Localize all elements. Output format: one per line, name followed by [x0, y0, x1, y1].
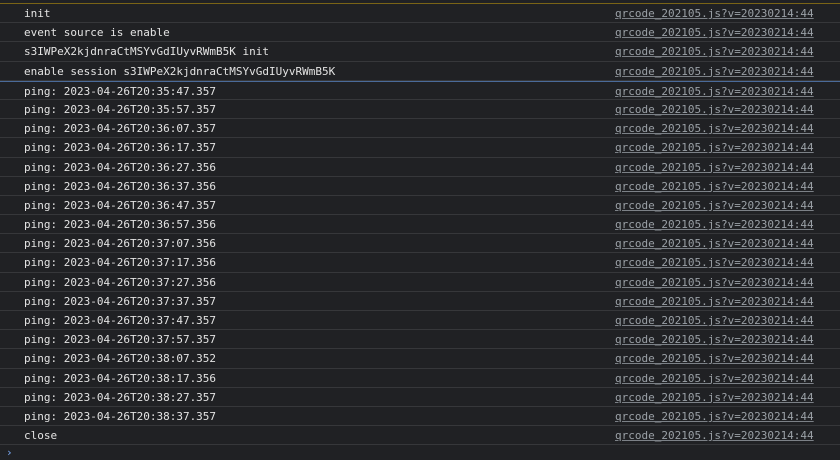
source-link[interactable]: qrcode_202105.js?v=20230214:44 [615, 372, 814, 385]
console-message-row[interactable]: ping: 2023-04-26T20:36:37.356 qrcode_2021… [0, 177, 840, 196]
source-link[interactable]: qrcode_202105.js?v=20230214:44 [615, 141, 814, 154]
console-message-text: ping: 2023-04-26T20:37:37.357 [24, 294, 217, 308]
console-message-row[interactable]: ping: 2023-04-26T20:36:47.357 qrcode_2021… [0, 196, 840, 216]
console-message-row[interactable]: event source is enable qrcode_202105.js?v… [0, 23, 840, 43]
console-prompt[interactable]: › [0, 444, 840, 460]
console-message-row[interactable]: ping: 2023-04-26T20:35:47.357 qrcode_2021… [0, 80, 840, 100]
console-message-row[interactable]: ping: 2023-04-26T20:37:27.356 qrcode_2021… [0, 273, 840, 292]
console-message-text: ping: 2023-04-26T20:36:47.357 [24, 198, 217, 212]
console-message-row[interactable]: ping: 2023-04-26T20:36:57.356 qrcode_2021… [0, 215, 840, 235]
console-message-row[interactable]: close qrcode_202105.js?v=20230214:44 [0, 426, 840, 446]
console-message-text: ping: 2023-04-26T20:37:27.356 [24, 275, 217, 289]
source-link[interactable]: qrcode_202105.js?v=20230214:44 [615, 352, 814, 365]
chevron-right-icon: › [6, 446, 13, 459]
console-message-row[interactable]: init qrcode_202105.js?v=20230214:44 [0, 4, 840, 24]
source-link[interactable]: qrcode_202105.js?v=20230214:44 [615, 429, 814, 442]
console-message-row[interactable]: ping: 2023-04-26T20:38:37.357 qrcode_2021… [0, 407, 840, 427]
source-link[interactable]: qrcode_202105.js?v=20230214:44 [615, 314, 814, 327]
console-message-text: ping: 2023-04-26T20:37:47.357 [24, 314, 217, 327]
console-message-row[interactable]: ping: 2023-04-26T20:37:17.356 qrcode_2021… [0, 253, 840, 273]
source-link[interactable]: qrcode_202105.js?v=20230214:44 [615, 103, 814, 116]
console-message-row[interactable]: ping: 2023-04-26T20:36:07.357 qrcode_2021… [0, 119, 840, 139]
console-message-row[interactable]: ping: 2023-04-26T20:37:57.357 qrcode_2021… [0, 330, 840, 350]
source-link[interactable]: qrcode_202105.js?v=20230214:44 [615, 45, 814, 58]
console-message-row[interactable]: ping: 2023-04-26T20:36:27.356 qrcode_2021… [0, 158, 840, 177]
console-message-row[interactable]: ping: 2023-04-26T20:36:17.357 qrcode_2021… [0, 138, 840, 158]
console-message-row[interactable]: ping: 2023-04-26T20:37:37.357 qrcode_2021… [0, 292, 840, 311]
source-link[interactable]: qrcode_202105.js?v=20230214:44 [615, 391, 814, 404]
source-link[interactable]: qrcode_202105.js?v=20230214:44 [615, 7, 814, 20]
console-message-row[interactable]: enable session s3IWPeX2kjdnraCtMSYvGdIUy… [0, 62, 840, 81]
console-message-row[interactable]: ping: 2023-04-26T20:38:17.356 qrcode_2021… [0, 369, 840, 388]
source-link[interactable]: qrcode_202105.js?v=20230214:44 [615, 218, 814, 231]
source-link[interactable]: qrcode_202105.js?v=20230214:44 [615, 237, 814, 250]
console-message-text: ping: 2023-04-26T20:36:27.356 [24, 160, 217, 174]
console-message-row[interactable]: ping: 2023-04-26T20:35:57.357 qrcode_2021… [0, 100, 840, 120]
source-link[interactable]: qrcode_202105.js?v=20230214:44 [615, 333, 814, 346]
console-messages: init qrcode_202105.js?v=20230214:44 event … [0, 4, 840, 446]
console-message-row[interactable]: ping: 2023-04-26T20:38:27.357 qrcode_2021… [0, 388, 840, 407]
source-link[interactable]: qrcode_202105.js?v=20230214:44 [615, 65, 814, 78]
console-message-text: ping: 2023-04-26T20:35:57.357 [24, 102, 217, 116]
console-message-text: ping: 2023-04-26T20:37:17.356 [24, 256, 217, 270]
source-link[interactable]: qrcode_202105.js?v=20230214:44 [615, 85, 814, 98]
source-link[interactable]: qrcode_202105.js?v=20230214:44 [615, 26, 814, 39]
source-link[interactable]: qrcode_202105.js?v=20230214:44 [615, 199, 814, 212]
console-message-text: ping: 2023-04-26T20:35:47.357 [24, 84, 217, 98]
console-message-row[interactable]: ping: 2023-04-26T20:37:47.357 qrcode_2021… [0, 311, 840, 331]
console-message-text: s3IWPeX2kjdnraCtMSYvGdIUyvRWmB5K init [24, 45, 270, 59]
source-link[interactable]: qrcode_202105.js?v=20230214:44 [615, 180, 814, 193]
console-message-text: ping: 2023-04-26T20:36:17.357 [24, 141, 217, 155]
console-message-text: ping: 2023-04-26T20:38:27.357 [24, 390, 217, 404]
source-link[interactable]: qrcode_202105.js?v=20230214:44 [615, 276, 814, 289]
console-message-row[interactable]: s3IWPeX2kjdnraCtMSYvGdIUyvRWmB5K init qrc… [0, 42, 840, 62]
console-message-text: ping: 2023-04-26T20:36:37.356 [24, 179, 217, 193]
console-message-text: init [24, 7, 51, 20]
source-link[interactable]: qrcode_202105.js?v=20230214:44 [615, 295, 814, 308]
console-message-text: event source is enable [24, 26, 170, 40]
source-link[interactable]: qrcode_202105.js?v=20230214:44 [615, 161, 814, 174]
console-message-text: enable session s3IWPeX2kjdnraCtMSYvGdIUy… [24, 64, 336, 78]
console-message-text: ping: 2023-04-26T20:38:17.356 [24, 371, 217, 385]
console-message-text: ping: 2023-04-26T20:37:57.357 [24, 333, 217, 347]
source-link[interactable]: qrcode_202105.js?v=20230214:44 [615, 256, 814, 269]
source-link[interactable]: qrcode_202105.js?v=20230214:44 [615, 410, 814, 423]
source-link[interactable]: qrcode_202105.js?v=20230214:44 [615, 122, 814, 135]
console-message-text: ping: 2023-04-26T20:36:57.356 [24, 218, 217, 232]
console-message-text: ping: 2023-04-26T20:36:07.357 [24, 122, 217, 136]
console-message-text: ping: 2023-04-26T20:38:37.357 [24, 409, 217, 423]
console-message-text: ping: 2023-04-26T20:37:07.356 [24, 237, 217, 251]
console-message-row[interactable]: ping: 2023-04-26T20:38:07.352 qrcode_2021… [0, 349, 840, 369]
console-message-text: ping: 2023-04-26T20:38:07.352 [24, 352, 217, 366]
console-message-text: close [24, 429, 58, 443]
console-message-row[interactable]: ping: 2023-04-26T20:37:07.356 qrcode_2021… [0, 234, 840, 254]
